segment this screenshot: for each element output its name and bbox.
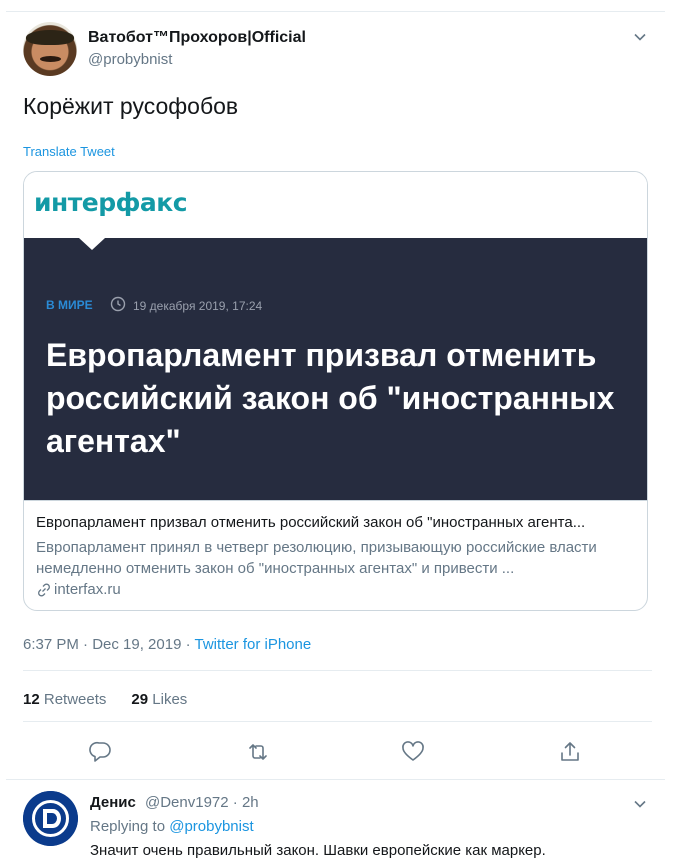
replying-to-line: Replying to @probybnist — [90, 818, 254, 835]
retweets-label: Retweets — [43, 691, 107, 708]
card-description: Европарламент принял в четверг резолюцию… — [36, 539, 597, 577]
link-preview-card[interactable]: интерфакс В МИРЕ 19 декабря 2019, 17:24 … — [23, 171, 648, 611]
author-handle[interactable]: @probybnist — [88, 51, 172, 68]
reply-author-handle[interactable]: @Denv1972 · 2h — [145, 794, 259, 811]
replying-prefix: Replying to — [90, 818, 170, 835]
card-domain: interfax.ru — [54, 581, 121, 598]
likes-count: 29 — [131, 691, 149, 708]
card-logo-area: интерфакс — [24, 172, 647, 238]
retweets-stat[interactable]: 12 Retweets — [23, 691, 106, 708]
top-divider — [6, 11, 665, 12]
card-hero-notch — [79, 238, 105, 250]
divider — [23, 721, 652, 722]
card-hero-date: 19 декабря 2019, 17:24 — [133, 299, 263, 313]
card-hero-rubric: В МИРЕ — [46, 298, 93, 312]
tweet-text: Корёжит русофобов — [23, 93, 239, 119]
author-avatar[interactable] — [23, 22, 77, 76]
author-display-name[interactable]: Ватобот™Прохоров|Official — [88, 29, 306, 47]
card-divider — [24, 500, 647, 501]
tweet-source-link[interactable]: Twitter for iPhone — [194, 636, 311, 653]
divider — [23, 670, 652, 671]
reply-author-avatar[interactable] — [23, 791, 78, 846]
share-icon[interactable] — [557, 739, 583, 765]
interfax-logo: интерфакс — [34, 188, 188, 217]
reply-menu-chevron-down-icon[interactable] — [633, 797, 647, 811]
card-title: Европарламент призвал отменить российски… — [36, 514, 586, 531]
translate-tweet-link[interactable]: Translate Tweet — [23, 144, 115, 159]
avatar-hat-shape — [26, 30, 74, 45]
retweets-count: 12 — [23, 691, 40, 708]
reply-author-name[interactable]: Денис — [90, 794, 136, 811]
tweet-menu-chevron-down-icon[interactable] — [633, 30, 647, 44]
like-icon[interactable] — [400, 739, 426, 765]
tweet-stats: 12 Retweets 29 Likes — [23, 691, 187, 708]
likes-stat[interactable]: 29 Likes — [131, 691, 187, 708]
retweet-icon[interactable] — [245, 739, 271, 765]
card-hero-headline: Европарламент призвал отменить российски… — [46, 337, 615, 459]
replying-to-mention[interactable]: @probybnist — [169, 818, 253, 835]
timestamp-text: 6:37 PM · Dec 19, 2019 · — [23, 636, 195, 653]
avatar-mustache-shape — [40, 56, 61, 62]
reply-text: Значит очень правильный закон. Шавки евр… — [90, 842, 546, 859]
clock-icon — [110, 296, 126, 312]
divider — [6, 779, 665, 780]
reply-icon[interactable] — [88, 739, 114, 765]
likes-label: Likes — [152, 691, 188, 708]
tweet-timestamp: 6:37 PM · Dec 19, 2019 · Twitter for iPh… — [23, 636, 311, 653]
